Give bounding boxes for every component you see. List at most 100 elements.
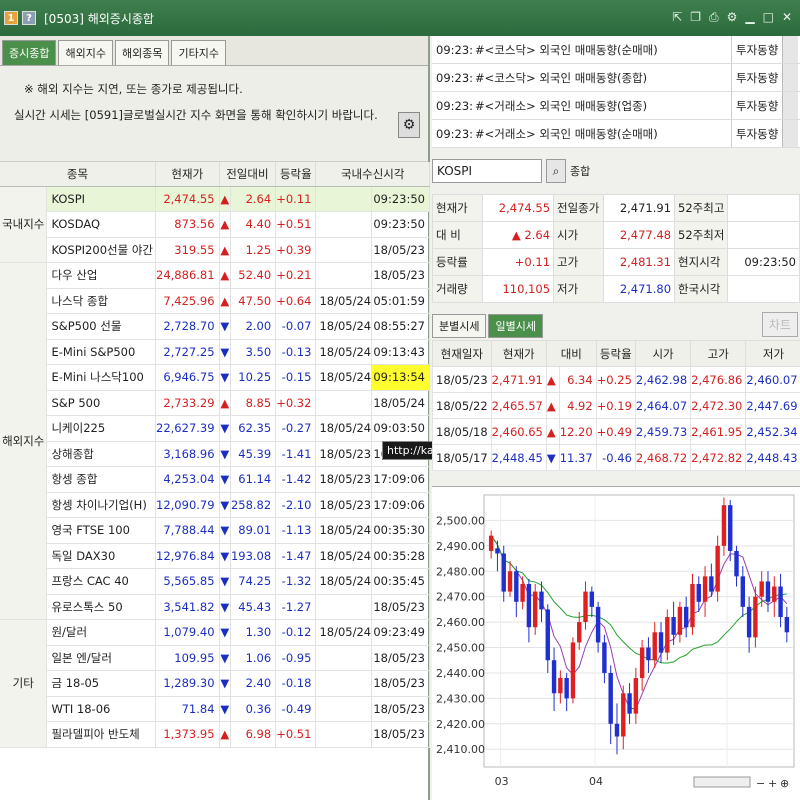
news-item[interactable]: 09:23: #<코스닥> 외국인 매매동향(순매매) 투자동향 (432, 36, 800, 64)
table-row[interactable]: KOSPI200선물 야간 319.55 ▲ 1.25 +0.39 18/05/23 (0, 237, 430, 263)
down-arrow-icon: ▼ (219, 568, 231, 595)
close-icon[interactable]: ✕ (782, 10, 792, 25)
daily-col-header[interactable]: 저가 (745, 340, 800, 367)
window-title: [0503] 해외증시종합 (44, 11, 154, 26)
table-row[interactable]: 독일 DAX30 12,976.84 ▼ 193.08 -1.47 18/05/24 00:… (0, 543, 430, 569)
quote-label: 전일종가 (553, 194, 605, 222)
table-row[interactable]: 영국 FTSE 100 7,788.44 ▼ 89.01 -1.13 18/05/24 00… (0, 517, 430, 544)
tab-other-index[interactable]: 기타지수 (171, 40, 226, 65)
col-header-rate[interactable]: 등락율 (275, 162, 317, 187)
tab-minute-prices[interactable]: 분별시세 (432, 314, 487, 338)
table-row[interactable]: 18/05/23 2,471.91 ▲ 6.34 +0.25 2,462.98 2,476.… (432, 366, 800, 393)
table-row[interactable]: E-Mini 나스닥100 6,946.75 ▼ 10.25 -0.15 18/05/24… (0, 364, 430, 391)
candle-body (558, 678, 563, 694)
minimize-icon[interactable]: ▁ (745, 10, 754, 25)
up-arrow-icon: ▲ (545, 392, 560, 419)
symbol-input[interactable]: KOSPI (432, 159, 542, 183)
daily-col-header[interactable]: 대비 (545, 340, 597, 367)
daily-cell: 2,459.73 (634, 418, 692, 445)
table-row[interactable]: S&P500 선물 2,728.70 ▼ 2.00 -0.07 18/05/24 08:55… (0, 313, 430, 340)
news-title: 09:23: #<코스닥> 외국인 매매동향(순매매) (432, 36, 732, 63)
table-row[interactable]: 상해종합3,168.96▼45.39-1.4118/05/2316:01:32 (0, 441, 430, 467)
maximize-icon[interactable]: □ (763, 10, 774, 25)
table-row[interactable]: 18/05/18 2,460.65 ▲ 12.20 +0.49 2,459.73 2,461… (432, 418, 800, 445)
candle-body (614, 723, 620, 737)
news-text: #<코스닥> 외국인 매매동향(순매매) (475, 43, 658, 57)
news-item[interactable]: 09:23: #<거래소> 외국인 매매동향(업종) 투자동향 (432, 92, 800, 120)
candlestick-chart[interactable]: 2,500.00 2,490.00 2,480.00 2,470.00 2,460.00… (432, 486, 800, 800)
table-row[interactable]: 금 18-05 1,289.30 ▼ 2.40 -0.18 18/05/23 (0, 670, 430, 697)
search-button[interactable]: ⌕ (546, 159, 566, 183)
table-row[interactable]: 항셍 차이나기업(H) 12,090.79 ▼ 258.82 -2.10 18/05/23… (0, 492, 430, 518)
quote-label: 52주최고 (674, 194, 729, 222)
candle-body (639, 647, 645, 679)
table-row[interactable]: KOSDAQ 873.56 ▲ 4.40 +0.51 09:23:50 (0, 211, 430, 238)
daily-col-header[interactable]: 현재일자 (432, 340, 492, 367)
col-header-price[interactable]: 현재가 (155, 162, 220, 187)
tab-market-summary[interactable]: 증시종합 (2, 40, 57, 65)
news-scrollbar[interactable] (782, 64, 798, 91)
settings-button[interactable]: ⚙ (398, 112, 420, 138)
daily-col-header[interactable]: 현재가 (490, 340, 547, 367)
table-row[interactable]: 18/05/17 2,448.45 ▼ 11.37 -0.46 2,468.72 2,472… (432, 444, 800, 471)
table-row[interactable]: 필라델피아 반도체 1,373.95 ▲ 6.98 +0.51 18/05/23 (0, 721, 430, 748)
quote-table: 현재가 2,474.55 전일종가 2,471.91 52주최고 대 비 ▲ 2.64 시가 2… (432, 194, 800, 303)
candle-body (715, 545, 720, 592)
tab-overseas-index[interactable]: 해외지수 (58, 40, 113, 65)
row-date (315, 696, 373, 722)
copy-icon[interactable]: ❐ (690, 10, 701, 25)
tab-overseas-stocks[interactable]: 해외종목 (114, 40, 170, 65)
daily-cell: 2,465.57 (490, 392, 547, 419)
row-time: 09:03:50 (371, 415, 430, 442)
quote-value: +0.11 (481, 248, 555, 276)
screen-number-badge[interactable]: 1 (4, 11, 18, 25)
candle-body (532, 591, 538, 628)
col-header-change[interactable]: 전일대비 (219, 162, 277, 187)
daily-cell: +0.49 (595, 418, 636, 445)
tab-daily-prices[interactable]: 일별시세 (488, 314, 543, 338)
daily-cell: 2,452.34 (745, 418, 800, 445)
row-name: 프랑스 CAC 40 (46, 568, 157, 595)
news-item[interactable]: 09:23: #<코스닥> 외국인 매매동향(종합) 투자동향 (432, 64, 800, 92)
news-scrollbar[interactable] (782, 92, 798, 119)
row-price: 71.84 (155, 696, 220, 722)
row-price: 5,565.85 (155, 568, 220, 595)
news-item[interactable]: 09:23: #<거래소> 외국인 매매동향(순매매) 투자동향 (432, 120, 800, 148)
daily-cell: 2,464.07 (634, 392, 692, 419)
daily-col-header[interactable]: 시가 (634, 340, 692, 367)
settings-icon[interactable]: ⚙ (727, 10, 738, 25)
table-row[interactable]: 프랑스 CAC 40 5,565.85 ▼ 74.25 -1.32 18/05/24 00:… (0, 568, 430, 595)
news-title: 09:23: #<코스닥> 외국인 매매동향(종합) (432, 64, 732, 91)
table-row[interactable]: E-Mini S&P500 2,727.25 ▼ 3.50 -0.13 18/05/24 0… (0, 339, 430, 365)
row-date (315, 211, 373, 238)
print-icon[interactable]: ⎙ (709, 10, 719, 25)
table-row[interactable]: WTI 18-06 71.84 ▼ 0.36 -0.49 18/05/23 (0, 696, 430, 722)
row-name: 나스닥 종합 (46, 288, 157, 314)
down-arrow-icon: ▼ (545, 444, 560, 471)
daily-cell: 2,472.30 (690, 392, 747, 419)
table-row[interactable]: 국내지수 KOSPI 2,474.55 ▲ 2.64 +0.11 09:23:50 (0, 186, 430, 263)
news-scrollbar[interactable] (782, 120, 798, 147)
link-icon[interactable]: ⇱ (672, 10, 682, 25)
news-scrollbar[interactable] (782, 36, 798, 63)
row-name: 필라델피아 반도체 (46, 721, 157, 748)
table-row[interactable]: 일본 엔/달러 109.95 ▼ 1.06 -0.95 18/05/23 (0, 645, 430, 671)
chart-button[interactable]: 차트 (761, 312, 798, 337)
daily-col-header[interactable]: 고가 (690, 340, 747, 367)
table-row[interactable]: 해외지수 다우 산업 24,886.81 ▲ 52.40 +0.21 18/05/23 (0, 262, 430, 620)
table-row[interactable]: 니케이225 22,627.39 ▼ 62.35 -0.27 18/05/24 09:03:… (0, 415, 430, 442)
col-header-time[interactable]: 국내수신시각 (315, 162, 430, 187)
col-header-name[interactable]: 종목 (0, 162, 157, 187)
table-row[interactable]: 기타 원/달러 1,079.40 ▼ 1.30 -0.12 18/05/24 09:23:49 (0, 619, 430, 748)
candle-body (734, 550, 739, 577)
table-row[interactable]: 항셍 종합 4,253.04 ▼ 61.14 -1.42 18/05/23 17:09:06 (0, 466, 430, 493)
search-icon: ⌕ (552, 164, 560, 178)
table-row[interactable]: S&P 500 2,733.29 ▲ 8.85 +0.32 18/05/24 (0, 390, 430, 416)
table-row[interactable]: 유로스톡스 50 3,541.82 ▼ 45.43 -1.27 18/05/23 (0, 594, 430, 620)
candle-body (526, 583, 532, 628)
table-row[interactable]: 18/05/22 2,465.57 ▲ 4.92 +0.19 2,464.07 2,472.… (432, 392, 800, 419)
help-button[interactable]: ? (22, 11, 36, 25)
row-change: 1.06 (230, 645, 277, 671)
table-row[interactable]: 나스닥 종합 7,425.96 ▲ 47.50 +0.64 18/05/24 05:01:5… (0, 288, 430, 314)
daily-col-header[interactable]: 등락율 (595, 340, 636, 367)
